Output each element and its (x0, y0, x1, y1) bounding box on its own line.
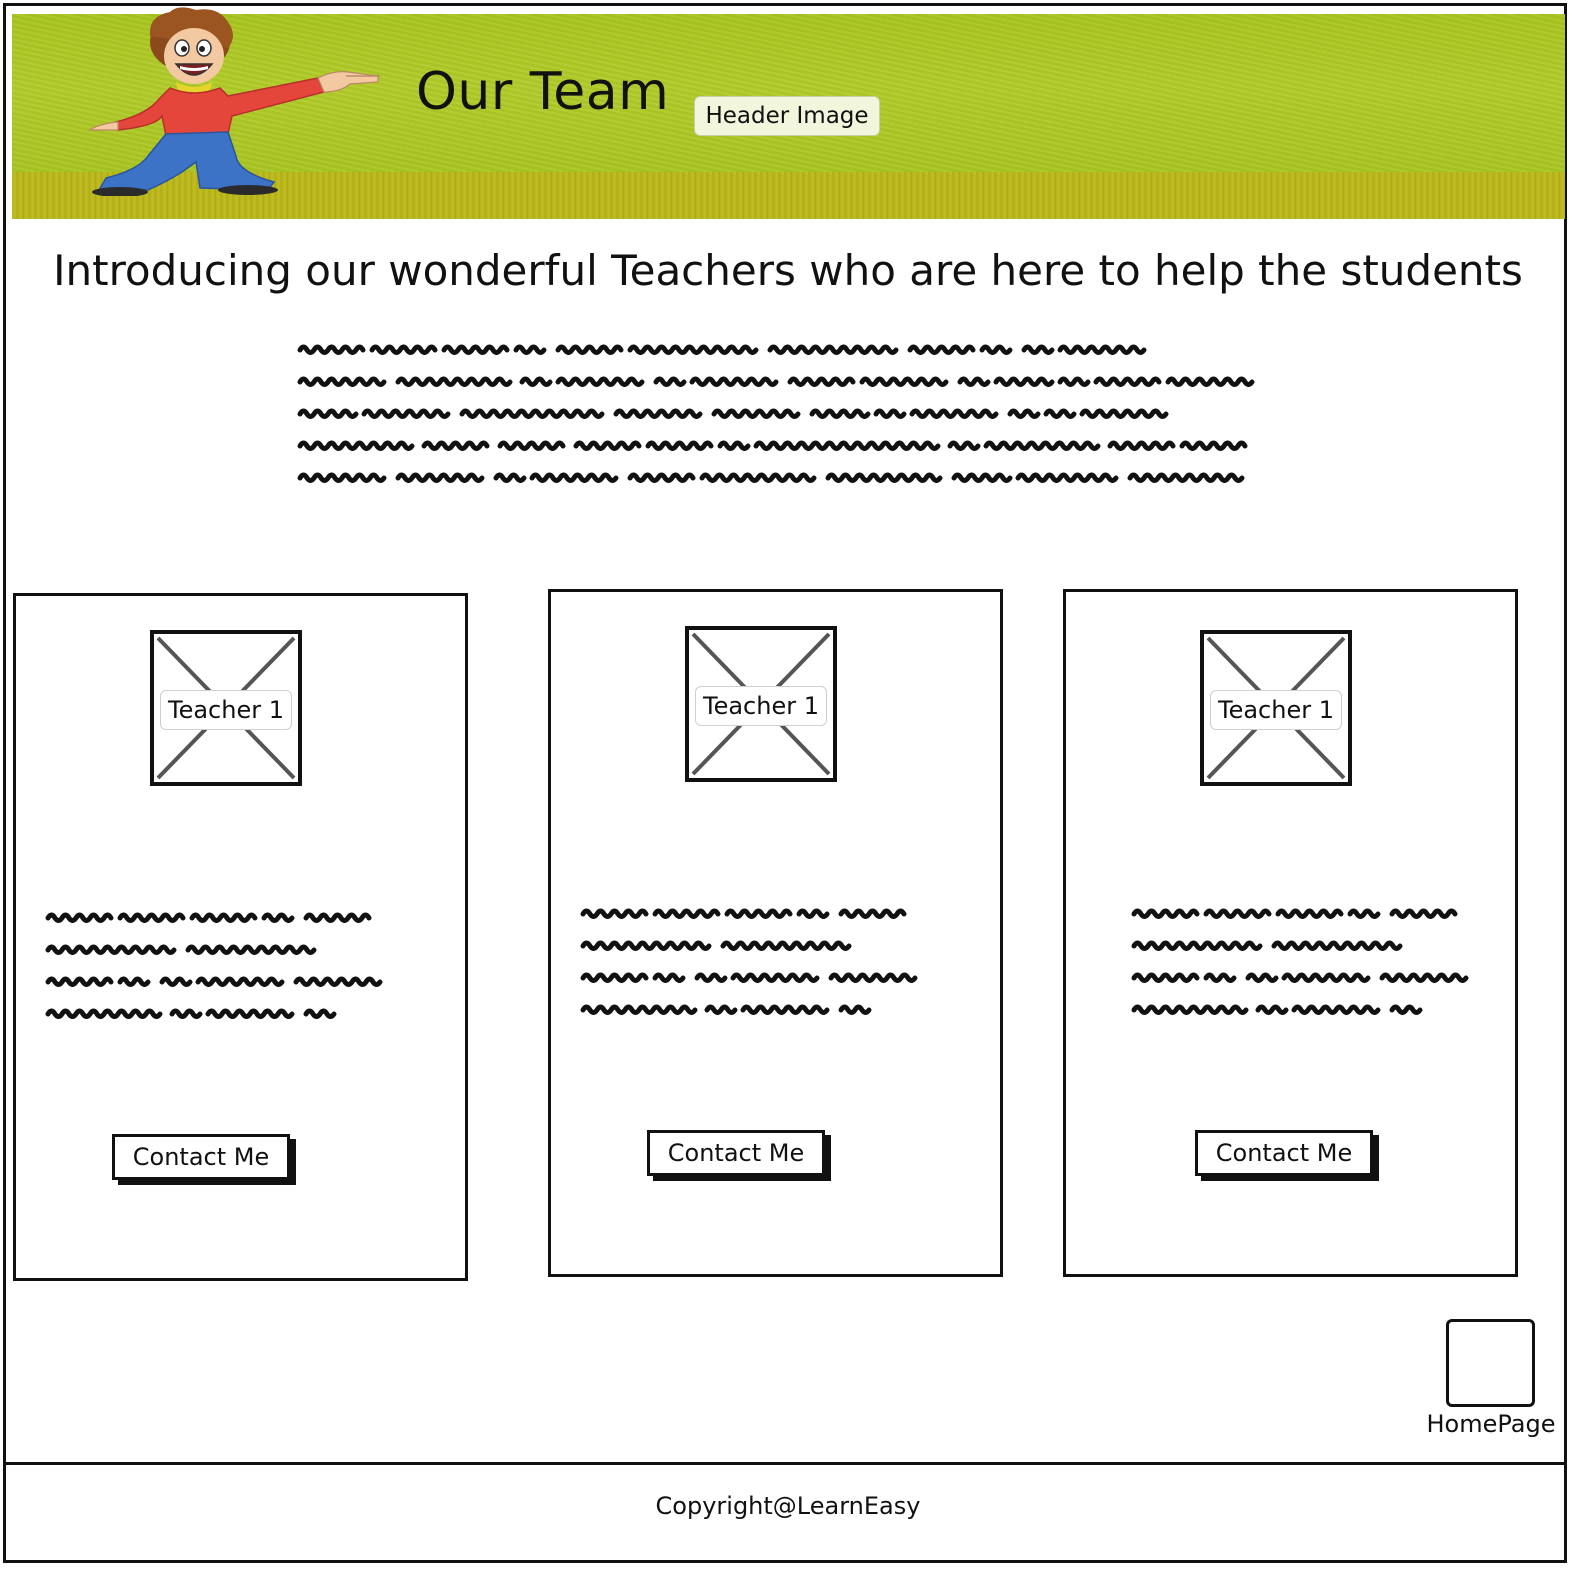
teacher-bio-text (1130, 900, 1490, 1020)
teacher-bio-text (579, 900, 939, 1020)
cartoon-character-icon (88, 7, 380, 196)
homepage-label[interactable]: HomePage (1418, 1410, 1564, 1438)
intro-heading: Introducing our wonderful Teachers who a… (53, 246, 1523, 295)
teacher-image-label: Teacher 1 (160, 690, 292, 730)
teacher-card: Teacher 1 Contact Me (13, 593, 468, 1281)
copyright-text: Copyright@LearnEasy (655, 1492, 921, 1520)
image-placeholder-icon: Teacher 1 (685, 626, 837, 782)
contact-me-button[interactable]: Contact Me (647, 1130, 825, 1176)
intro-placeholder-text (296, 336, 1256, 496)
teacher-image-label: Teacher 1 (695, 686, 827, 726)
footer-divider (5, 1462, 1565, 1465)
teacher-card: Teacher 1 Contact Me (548, 589, 1003, 1277)
contact-me-button[interactable]: Contact Me (112, 1134, 290, 1180)
image-placeholder-icon: Teacher 1 (150, 630, 302, 786)
contact-me-button[interactable]: Contact Me (1195, 1130, 1373, 1176)
image-placeholder-icon: Teacher 1 (1200, 630, 1352, 786)
teacher-card: Teacher 1 Contact Me (1063, 589, 1518, 1277)
header-image-label: Header Image (694, 96, 880, 136)
homepage-button[interactable] (1446, 1319, 1535, 1407)
teacher-bio-text (44, 904, 404, 1024)
page-title: Our Team (416, 62, 670, 122)
teacher-image-label: Teacher 1 (1210, 690, 1342, 730)
